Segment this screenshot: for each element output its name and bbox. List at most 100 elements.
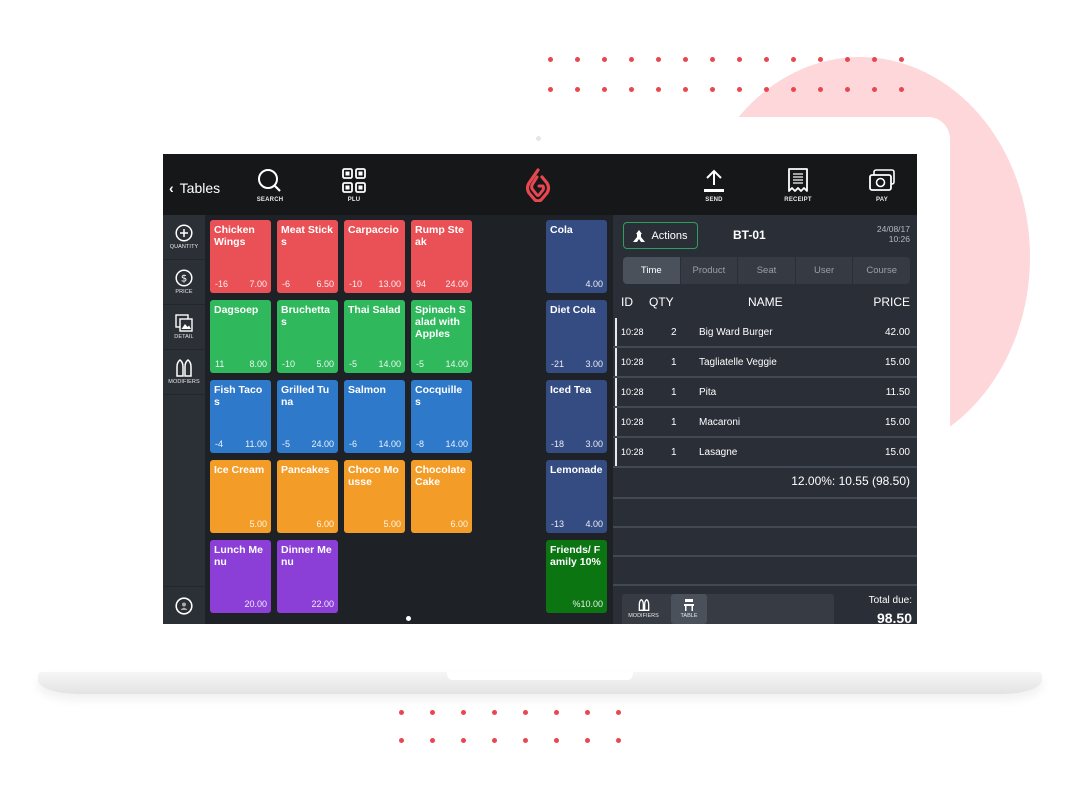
product-tile-friends-family-10[interactable]: Friends/ Family 10% %10.00 <box>546 540 607 613</box>
modifiers-button[interactable]: MODIFIERS <box>163 350 205 395</box>
item-time: 10:28 <box>621 417 644 427</box>
decorative-dot <box>791 87 796 92</box>
decorative-dot <box>710 87 715 92</box>
product-tile-bruchettas[interactable]: Bruchettas -10 5.00 <box>277 300 338 373</box>
actions-icon <box>633 229 646 242</box>
product-tile-fish-tacos[interactable]: Fish Tacos -4 11.00 <box>210 380 271 453</box>
product-name: Lemonade <box>550 464 603 476</box>
sort-tab-product[interactable]: Product <box>679 257 738 284</box>
product-stock: -6 <box>282 279 291 289</box>
decorative-dot <box>585 710 590 715</box>
pay-button[interactable]: PAY <box>857 168 907 203</box>
product-tile-ice-cream[interactable]: Ice Cream 5.00 <box>210 460 271 533</box>
product-tile-iced-tea[interactable]: Iced Tea -18 3.00 <box>546 380 607 453</box>
product-name: Bruchettas <box>281 304 331 328</box>
product-tile-rump-steak[interactable]: Rump Steak 94 24.00 <box>411 220 472 293</box>
search-button[interactable]: SEARCH <box>245 168 295 203</box>
product-price: 4.00 <box>585 519 603 529</box>
product-tile-meat-sticks[interactable]: Meat Sticks -6 6.50 <box>277 220 338 293</box>
product-name: Salmon <box>348 384 386 396</box>
product-price: 8.00 <box>249 359 267 369</box>
order-modifiers-button[interactable]: MODIFIERS <box>622 594 665 624</box>
product-tile-thai-salad[interactable]: Thai Salad -5 14.00 <box>344 300 405 373</box>
decorative-dot <box>872 57 877 62</box>
product-tile-grilled-tuna[interactable]: Grilled Tuna -5 24.00 <box>277 380 338 453</box>
product-stock: -6 <box>349 439 358 449</box>
decorative-dot <box>602 57 607 62</box>
product-name: Dagsoep <box>214 304 259 316</box>
table-chair-icon <box>684 599 694 611</box>
plu-button[interactable]: PLU <box>329 168 379 203</box>
product-tile-carpaccio[interactable]: Carpaccio -10 13.00 <box>344 220 405 293</box>
receipt-button[interactable]: RECEIPT <box>773 168 823 203</box>
modifiers-icon <box>638 599 649 611</box>
back-to-tables-button[interactable]: ‹ Tables <box>169 180 220 196</box>
chevron-left-icon: ‹ <box>169 180 174 196</box>
product-name: Lunch Menu <box>214 544 263 568</box>
product-stock: -5 <box>282 439 291 449</box>
product-price: %10.00 <box>572 599 603 609</box>
page-indicator-dot[interactable] <box>406 616 411 621</box>
user-button[interactable] <box>163 586 205 624</box>
divider <box>613 526 917 528</box>
product-tile-diet-cola[interactable]: Diet Cola -21 3.00 <box>546 300 607 373</box>
actions-button[interactable]: Actions <box>623 222 698 249</box>
product-tile-dagsoep[interactable]: Dagsoep 11 8.00 <box>210 300 271 373</box>
sort-tab-course[interactable]: Course <box>852 257 910 284</box>
order-time: 10:26 <box>888 234 910 244</box>
product-tile-dinner-menu[interactable]: Dinner Menu 22.00 <box>277 540 338 613</box>
item-price: 11.50 <box>885 387 910 398</box>
product-tile-lemonade[interactable]: Lemonade -13 4.00 <box>546 460 607 533</box>
item-price: 15.00 <box>884 447 910 458</box>
product-price: 14.00 <box>445 439 468 449</box>
product-stock: 94 <box>416 279 427 289</box>
sort-tab-time[interactable]: Time <box>623 257 680 284</box>
order-datetime: 24/08/17 10:26 <box>877 224 910 244</box>
product-price: 24.00 <box>445 279 468 289</box>
col-id: ID <box>621 295 633 309</box>
product-name: Rump Steak <box>415 224 465 248</box>
order-item-row[interactable]: 10:28 2 Big Ward Burger 42.00 <box>613 318 917 348</box>
product-tile-chocolate-cake[interactable]: Chocolate Cake 6.00 <box>411 460 472 533</box>
decorative-dot <box>818 57 823 62</box>
receipt-icon <box>788 168 808 192</box>
flame-logo-icon <box>525 168 551 207</box>
product-price: 5.00 <box>316 359 334 369</box>
item-qty: 1 <box>671 417 677 428</box>
order-item-row[interactable]: 10:28 1 Lasagne 15.00 <box>613 438 917 468</box>
order-item-row[interactable]: 10:28 1 Tagliatelle Veggie 15.00 <box>613 348 917 378</box>
decorative-dot-grid-top <box>548 57 904 92</box>
product-tile-choco-mousse[interactable]: Choco Mousse 5.00 <box>344 460 405 533</box>
decorative-dot-grid-bottom <box>399 710 621 743</box>
upload-icon <box>704 169 724 192</box>
product-tile-lunch-menu[interactable]: Lunch Menu 20.00 <box>210 540 271 613</box>
product-name: Choco Mousse <box>348 464 399 488</box>
detail-button[interactable]: DETAIL <box>163 305 205 350</box>
price-button[interactable]: $ PRICE <box>163 260 205 305</box>
product-tile-salmon[interactable]: Salmon -6 14.00 <box>344 380 405 453</box>
decorative-dot <box>629 87 634 92</box>
sort-tab-user[interactable]: User <box>794 257 853 284</box>
order-item-row[interactable]: 10:28 1 Pita 11.50 <box>613 378 917 408</box>
order-table-button[interactable]: TABLE <box>671 594 707 624</box>
product-price: 6.50 <box>316 279 334 289</box>
product-stock: -10 <box>349 279 363 289</box>
decorative-dot <box>548 87 553 92</box>
product-tile-chicken-wings[interactable]: Chicken Wings -16 7.00 <box>210 220 271 293</box>
decorative-dot <box>492 738 497 743</box>
product-tile-cola[interactable]: Cola 4.00 <box>546 220 607 293</box>
product-name: Pancakes <box>281 464 330 476</box>
product-tile-pancakes[interactable]: Pancakes 6.00 <box>277 460 338 533</box>
divider <box>613 555 917 557</box>
sort-tab-seat[interactable]: Seat <box>737 257 795 284</box>
item-price: 42.00 <box>884 327 910 338</box>
product-tile-cocquilles[interactable]: Cocquilles -8 14.00 <box>411 380 472 453</box>
order-item-row[interactable]: 10:28 1 Macaroni 15.00 <box>613 408 917 438</box>
product-name: Dinner Menu <box>281 544 332 568</box>
decorative-dot <box>764 87 769 92</box>
quantity-button[interactable]: QUANTITY <box>163 215 205 260</box>
product-price: 4.00 <box>585 279 603 289</box>
back-label: Tables <box>179 180 221 196</box>
product-tile-spinach-salad-with-apples[interactable]: Spinach Salad with Apples -5 14.00 <box>411 300 472 373</box>
send-button[interactable]: SEND <box>689 168 739 203</box>
